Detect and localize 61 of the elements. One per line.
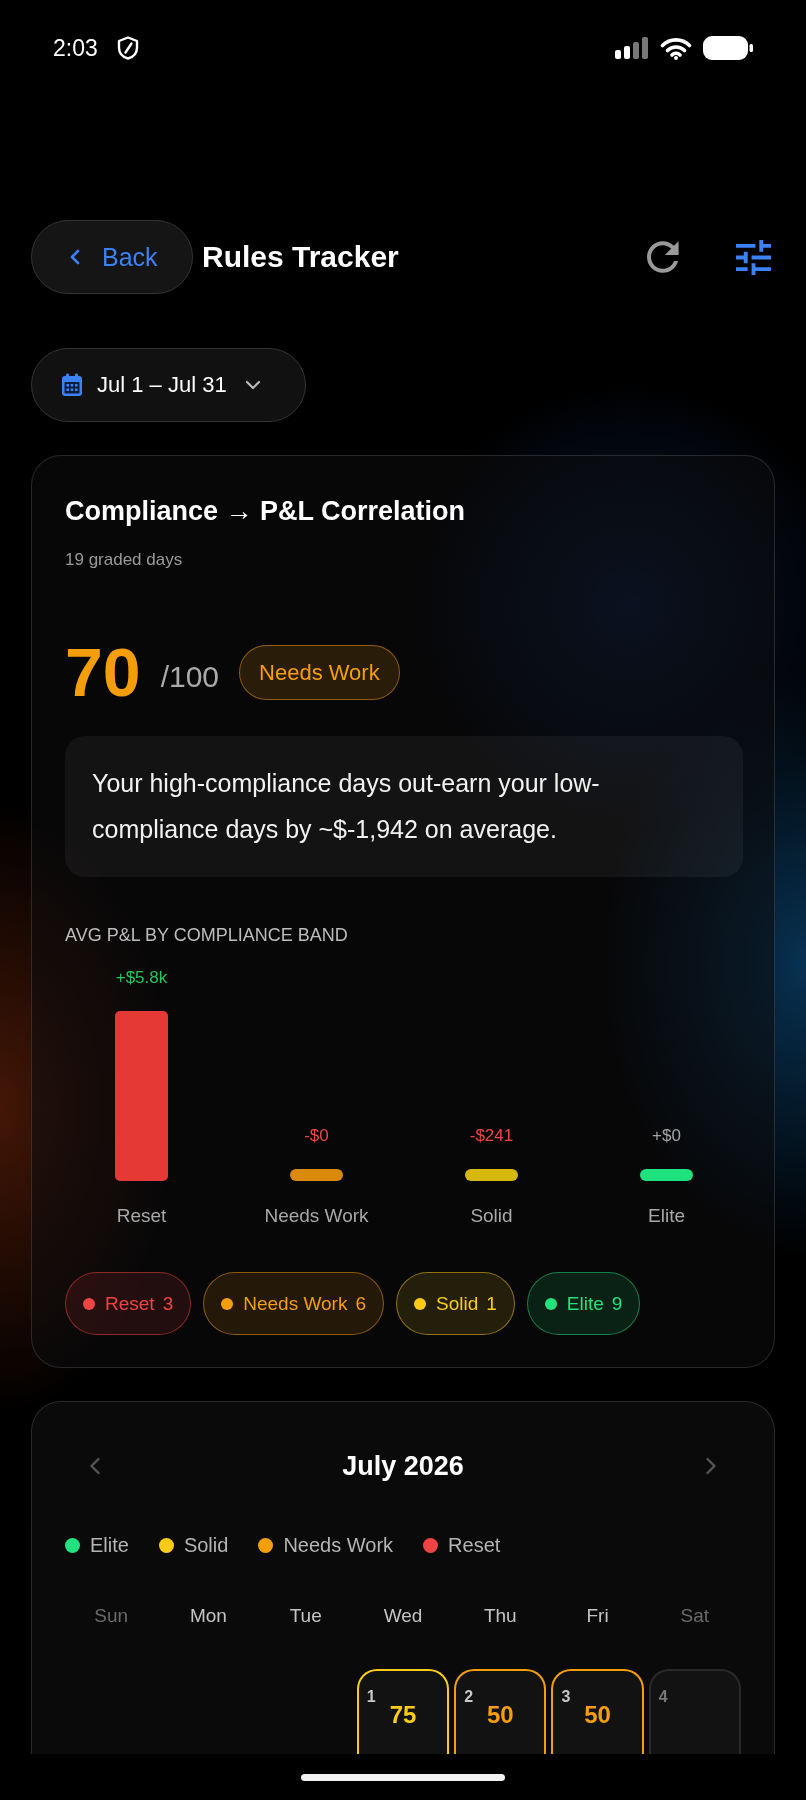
card-subtitle: 19 graded days (65, 549, 183, 571)
band-label: Needs Work (243, 1292, 348, 1315)
band-label: Reset (105, 1292, 155, 1315)
shield-icon (116, 36, 139, 60)
weekday-label: Mon (189, 1605, 227, 1627)
legend-label: Elite (90, 1533, 129, 1557)
weekday-label: Tue (289, 1605, 322, 1627)
day-number: 4 (658, 1688, 668, 1706)
card-title: Compliance → P&L Correlation (65, 495, 466, 527)
category-label: Solid (470, 1205, 513, 1226)
month-title: July 2026 (342, 1450, 464, 1482)
band-count: 3 (162, 1292, 174, 1315)
weekday-label: Sat (680, 1605, 710, 1627)
day-cell[interactable]: 4 (648, 1669, 741, 1754)
weekday-label: Thu (483, 1605, 517, 1627)
legend-label: Needs Work (283, 1533, 394, 1557)
refresh-icon[interactable] (647, 241, 679, 273)
chevron-left-icon (70, 249, 80, 265)
bar-value-label: +$5.8k (115, 968, 168, 987)
category-label: Reset (116, 1205, 167, 1226)
band-count: 9 (611, 1292, 623, 1315)
category-label: Elite (648, 1205, 685, 1226)
day-score: 50 (486, 1701, 514, 1729)
bar-value-label: -$241 (469, 1126, 514, 1145)
category-label: Needs Work (264, 1205, 369, 1226)
chevron-right-icon[interactable] (705, 1457, 717, 1475)
band-label: Elite (566, 1292, 604, 1315)
date-range-button[interactable]: Jul 1 – Jul 31 (31, 348, 306, 422)
calendar-icon (61, 373, 83, 397)
chevron-left-icon[interactable] (89, 1457, 101, 1475)
day-number: 2 (464, 1688, 474, 1706)
sliders-icon[interactable] (736, 239, 771, 275)
chart-title: AVG P&L BY COMPLIANCE BAND (65, 924, 348, 946)
legend-label: Reset (448, 1533, 501, 1557)
day-cell[interactable]: 1 75 (356, 1669, 450, 1754)
day-number: 3 (561, 1688, 571, 1706)
weekday-label: Wed (383, 1605, 423, 1627)
band-count: 1 (486, 1292, 497, 1315)
back-button[interactable]: Back (31, 220, 193, 294)
legend-label: Solid (183, 1533, 229, 1557)
status-time: 2:03 (53, 34, 98, 62)
day-cell[interactable]: 2 50 (454, 1669, 547, 1754)
day-score: 75 (389, 1701, 417, 1729)
insight-text: Your high-compliance days out-earn your low-compliance days by ~$-1,942 on average. (92, 768, 601, 845)
band-label: Solid (436, 1292, 479, 1315)
band-count: 6 (355, 1292, 366, 1315)
bar-value-label: -$0 (304, 1126, 329, 1145)
weekday-label: Sun (94, 1605, 129, 1627)
battery-icon (703, 36, 753, 60)
wifi-icon (660, 36, 692, 60)
compliance-score: 70 (65, 645, 141, 700)
day-number: 1 (366, 1688, 376, 1706)
day-score: 50 (584, 1701, 611, 1729)
page-title: Rules Tracker (202, 240, 399, 274)
day-cell[interactable]: 3 50 (551, 1669, 644, 1754)
score-max: /100 (160, 659, 220, 694)
bar-value-label: +$0 (652, 1126, 681, 1145)
grade-badge: Needs Work (239, 645, 400, 700)
weekday-label: Fri (586, 1605, 609, 1627)
signal-icon (615, 37, 649, 59)
chevron-down-icon (244, 380, 261, 390)
